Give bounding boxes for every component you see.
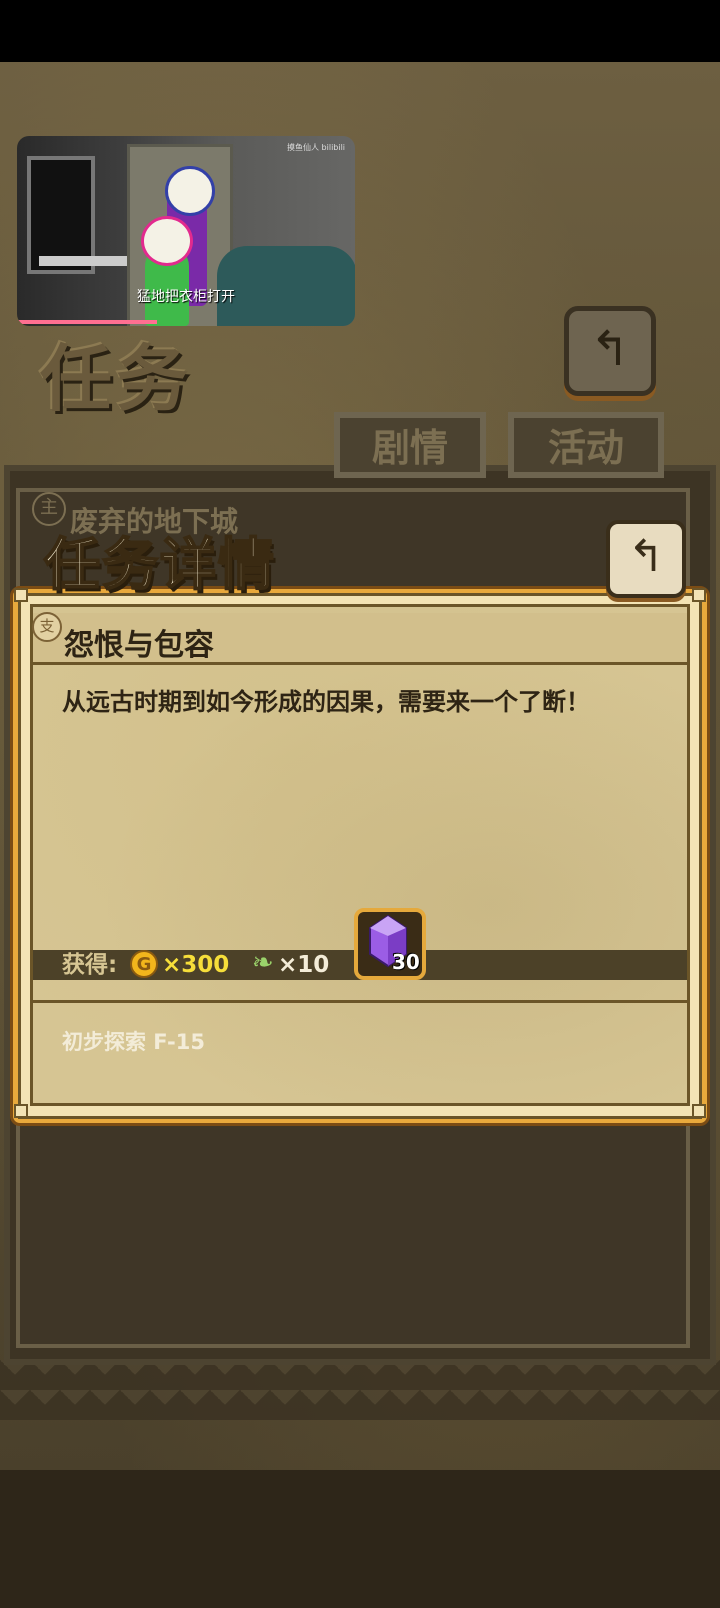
video-watermark: 摸鱼仙人 bilibili <box>287 143 346 152</box>
background-exit-button[interactable]: ↰ <box>564 306 656 396</box>
coin-reward-amount: ×300 <box>162 952 230 978</box>
feather-reward-amount: ×10 <box>278 952 330 978</box>
video-overlay[interactable]: 摸鱼仙人 bilibili 猛地把衣柜打开 <box>17 136 355 326</box>
frame-corner <box>692 1104 706 1118</box>
detail-title: 任务详情 <box>43 532 276 599</box>
gold-coin-icon: G <box>130 950 158 978</box>
video-character-head <box>141 216 193 266</box>
bottom-area <box>0 1470 720 1608</box>
frame-corner <box>692 588 706 602</box>
return-arrow-icon: ↰ <box>589 321 631 377</box>
frame-corner <box>14 1104 28 1118</box>
tab-events[interactable]: 活动 <box>508 412 664 478</box>
frame-corner <box>14 588 28 602</box>
divider <box>33 1000 687 1003</box>
tab-story[interactable]: 剧情 <box>334 412 486 478</box>
reward-label: 获得: <box>62 952 118 978</box>
background-screen-title: 任务 <box>40 337 193 421</box>
feather-icon: ❧ <box>252 948 274 978</box>
decorative-border <box>0 1360 720 1420</box>
return-arrow-icon: ↰ <box>627 531 665 582</box>
video-scene-table <box>39 256 129 266</box>
status-strip <box>0 0 720 62</box>
detail-back-button[interactable]: ↰ <box>606 520 686 598</box>
gem-reward-amount: 30 <box>392 950 420 974</box>
video-subtitle: 猛地把衣柜打开 <box>137 289 235 305</box>
quest-progress-label: 初步探索 F-15 <box>62 1030 205 1054</box>
video-progress-bar[interactable] <box>17 320 157 324</box>
quest-name: 怨恨与包容 <box>64 628 214 663</box>
quest-description: 从远古时期到如今形成的因果，需要来一个了断！ <box>62 688 590 716</box>
video-character-head <box>165 166 215 216</box>
side-quest-badge: 支 <box>32 612 62 642</box>
